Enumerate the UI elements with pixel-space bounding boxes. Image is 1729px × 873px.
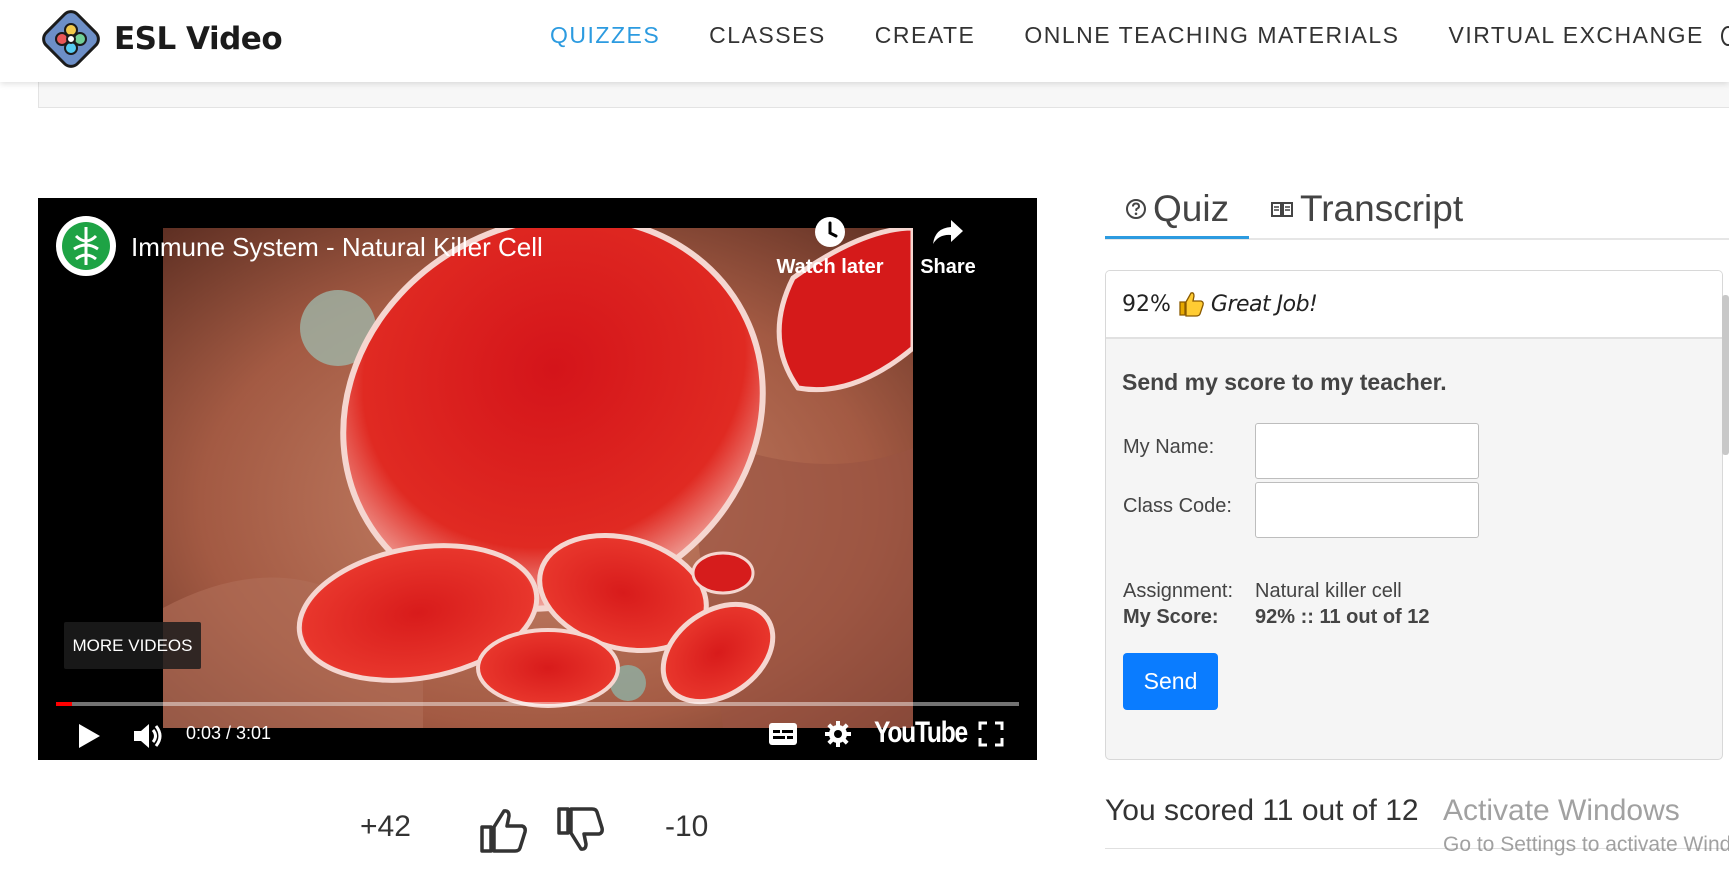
youtube-logo[interactable]: YouTube (874, 716, 968, 750)
subtitles-icon[interactable] (768, 722, 798, 746)
settings-icon[interactable] (824, 720, 852, 748)
assignment-value: Natural killer cell (1255, 580, 1402, 602)
player-controls: 0:03 / 3:01 YouTube (38, 708, 1037, 760)
thumbs-up-emoji-icon (1179, 292, 1204, 317)
my-score-value: 92% :: 11 out of 12 (1255, 606, 1430, 628)
nav-virtual-exchange[interactable]: VIRTUAL EXCHANGE (1448, 22, 1703, 49)
timecode: 0:03 / 3:01 (186, 723, 272, 743)
progress-bar[interactable] (56, 702, 1019, 706)
sub-header-bar (38, 82, 1729, 108)
share-label: Share (920, 256, 976, 278)
video-frame[interactable] (163, 228, 913, 728)
downvote-count: -10 (665, 810, 709, 843)
share-icon (933, 220, 963, 244)
nav-online-teaching-materials[interactable]: ONLNE TEACHING MATERIALS (1024, 22, 1399, 49)
nav-create[interactable]: CREATE (875, 22, 976, 49)
question-circle-icon (1126, 199, 1146, 219)
brand-name: ESL Video (114, 21, 283, 57)
tab-transcript-label: Transcript (1300, 188, 1464, 229)
nav-classes[interactable]: CLASSES (709, 22, 826, 49)
name-label: My Name: (1123, 436, 1215, 458)
class-code-label: Class Code: (1123, 495, 1232, 517)
active-tab-indicator (1105, 236, 1249, 239)
nav-quizzes[interactable]: QUIZZES (550, 22, 660, 49)
windows-activation-hint: Go to Settings to activate Windows. (1443, 833, 1729, 856)
assignment-label: Assignment: (1123, 580, 1234, 602)
watch-later-label: Watch later (776, 256, 884, 278)
panel-tabs: Quiz Transcript (1105, 178, 1729, 240)
thumbs-down-icon[interactable] (555, 805, 605, 855)
score-card: 92% Great Job! Send my score to my teach… (1105, 270, 1723, 760)
send-button[interactable]: Send (1123, 653, 1218, 710)
nav-overflow-icon[interactable] (1721, 22, 1729, 50)
name-input[interactable] (1255, 423, 1479, 479)
tab-quiz-label: Quiz (1153, 188, 1230, 229)
progress-fill (56, 702, 72, 706)
score-summary: You scored 11 out of 12 (1105, 794, 1419, 827)
clock-icon (815, 217, 845, 247)
panel-scrollbar[interactable] (1722, 295, 1729, 455)
my-score-label: My Score: (1123, 606, 1219, 628)
tab-transcript[interactable]: Transcript (1270, 178, 1463, 240)
volume-icon[interactable] (132, 722, 164, 750)
score-header: 92% Great Job! (1106, 271, 1722, 339)
more-videos-button[interactable]: MORE VIDEOS (64, 622, 201, 669)
top-navbar: ESL Video QUIZZES CLASSES CREATE ONLNE T… (0, 0, 1729, 82)
send-score-heading: Send my score to my teacher. (1122, 369, 1447, 395)
tab-quiz[interactable]: Quiz (1125, 178, 1229, 240)
logo-icon (42, 10, 100, 68)
book-icon (1271, 202, 1293, 217)
windows-activation-title: Activate Windows (1443, 794, 1680, 827)
video-player[interactable]: Immune System - Natural Killer Cell Watc… (38, 198, 1037, 760)
medical-logo-icon (62, 222, 110, 270)
fullscreen-icon[interactable] (978, 721, 1004, 747)
video-title[interactable]: Immune System - Natural Killer Cell (131, 232, 543, 263)
play-icon[interactable] (76, 722, 102, 750)
watch-later-button[interactable]: Watch later (770, 216, 890, 279)
vote-bar: +42 -10 (360, 805, 720, 865)
thumbs-up-icon[interactable] (478, 805, 528, 855)
praise-text: Great Job! (1210, 291, 1318, 317)
video-still (163, 228, 913, 728)
channel-avatar[interactable] (56, 216, 116, 276)
share-button[interactable]: Share (888, 216, 1008, 279)
class-code-input[interactable] (1255, 482, 1479, 538)
upvote-count: +42 (360, 810, 411, 843)
score-percent: 92% (1122, 291, 1171, 317)
brand-logo[interactable]: ESL Video (40, 8, 283, 70)
main-nav: QUIZZES CLASSES CREATE ONLNE TEACHING MA… (550, 22, 1729, 49)
